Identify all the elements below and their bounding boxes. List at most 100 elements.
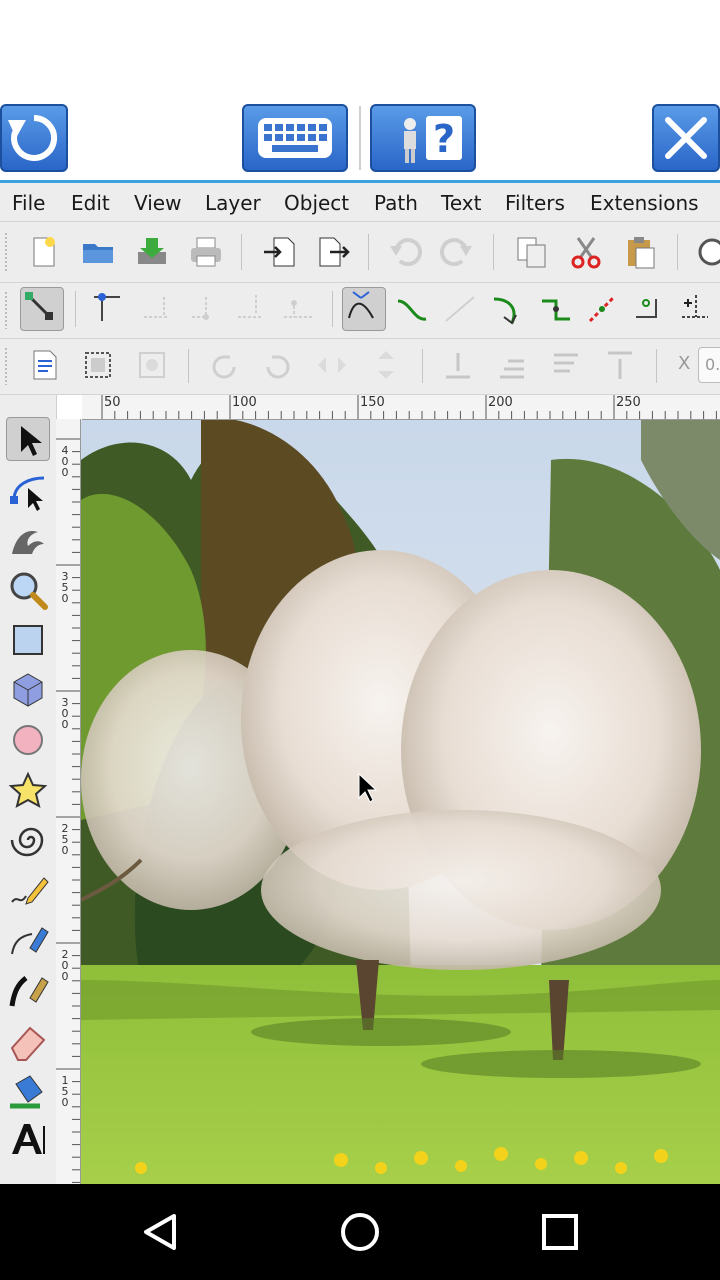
make-symmetric-node-icon[interactable] — [442, 291, 478, 327]
segment-to-curve-icon[interactable] — [584, 291, 620, 327]
make-auto-smooth-icon[interactable] — [490, 291, 526, 327]
open-folder-icon[interactable] — [80, 234, 116, 270]
reconnect-button[interactable] — [0, 104, 68, 172]
vertical-ruler[interactable]: 400 350 300 250 200 150 — [56, 419, 81, 1184]
ruler-label: 150 — [61, 1074, 69, 1109]
menu-layer[interactable]: Layer — [205, 191, 261, 215]
paste-icon[interactable] — [622, 234, 658, 270]
ruler-label: 250 — [616, 395, 641, 410]
drawing-canvas[interactable] — [81, 420, 720, 1184]
spiral-tool-icon[interactable] — [6, 818, 50, 862]
tweak-tool-icon[interactable] — [6, 518, 50, 562]
home-icon[interactable] — [326, 1198, 394, 1266]
zoom-fit-icon[interactable] — [694, 234, 720, 270]
redo-icon[interactable] — [438, 234, 474, 270]
close-button[interactable] — [652, 104, 720, 172]
menu-text[interactable]: Text — [441, 191, 481, 215]
menubar: File Edit View Layer Object Path Text Fi… — [0, 183, 720, 222]
ruler-label: 200 — [488, 395, 513, 410]
make-smooth-node-icon[interactable] — [394, 291, 430, 327]
keyboard-button[interactable] — [242, 104, 348, 172]
toolbar-separator — [241, 234, 242, 270]
new-document-icon[interactable] — [26, 234, 62, 270]
export-icon[interactable] — [314, 234, 350, 270]
lower-icon[interactable] — [494, 347, 530, 383]
toolbar-grip[interactable] — [4, 232, 8, 272]
make-cusp-node-icon[interactable] — [342, 287, 386, 331]
toolbar-separator — [332, 291, 333, 327]
segment-to-line-icon[interactable] — [538, 291, 574, 327]
rotate-ccw-icon[interactable] — [206, 347, 242, 383]
back-icon[interactable] — [126, 1198, 194, 1266]
commands-toolbar — [0, 222, 720, 283]
lower-to-bottom-icon[interactable] — [440, 347, 476, 383]
print-icon[interactable] — [188, 234, 224, 270]
copy-icon[interactable] — [514, 234, 550, 270]
close-icon — [665, 117, 707, 159]
bounding-box-icon[interactable] — [80, 347, 116, 383]
group-selection-icon[interactable] — [134, 347, 170, 383]
bezier-pen-tool-icon[interactable] — [6, 918, 50, 962]
toolbar-separator — [677, 234, 678, 270]
ruler-label: 300 — [61, 696, 69, 731]
toolbar-separator — [656, 349, 657, 383]
node-tool-icon[interactable] — [6, 468, 50, 512]
undo-icon[interactable] — [388, 234, 424, 270]
flip-horizontal-icon[interactable] — [314, 347, 350, 383]
import-icon[interactable] — [262, 234, 298, 270]
horizontal-ruler[interactable]: 50 100 150 200 250 — [82, 395, 720, 420]
recents-icon[interactable] — [526, 1198, 594, 1266]
svg-text:?: ? — [433, 117, 455, 161]
text-tool-icon[interactable] — [6, 1118, 50, 1162]
menu-object[interactable]: Object — [284, 191, 349, 215]
document-properties-icon[interactable] — [28, 347, 64, 383]
3d-box-tool-icon[interactable] — [6, 668, 50, 712]
toolbar-separator — [422, 349, 423, 383]
cut-icon[interactable] — [568, 234, 604, 270]
embedded-photo[interactable] — [81, 420, 720, 1184]
toolbar-separator — [493, 234, 494, 270]
zoom-tool-icon[interactable] — [6, 568, 50, 612]
insert-node-icon[interactable] — [88, 291, 124, 327]
join-segment-icon[interactable] — [280, 291, 316, 327]
raise-icon[interactable] — [548, 347, 584, 383]
toolbar-grip[interactable] — [4, 291, 8, 329]
system-navigation-bar — [0, 1184, 720, 1280]
rectangle-tool-icon[interactable] — [6, 618, 50, 662]
ruler-label: 150 — [360, 395, 385, 410]
toolbox — [0, 395, 57, 1184]
snap-toolbar: X 0. — [0, 339, 720, 395]
delete-node-icon[interactable] — [138, 291, 174, 327]
ellipse-tool-icon[interactable] — [6, 718, 50, 762]
save-icon[interactable] — [134, 234, 170, 270]
star-tool-icon[interactable] — [6, 768, 50, 812]
toolbar-grip[interactable] — [4, 347, 8, 385]
toolbar-separator — [188, 349, 189, 383]
eraser-tool-icon[interactable] — [6, 1018, 50, 1062]
flip-vertical-icon[interactable] — [368, 347, 404, 383]
menu-view[interactable]: View — [134, 191, 181, 215]
menu-extensions[interactable]: Extensions — [590, 191, 699, 215]
rotate-cw-icon[interactable] — [260, 347, 296, 383]
ruler-label: 400 — [61, 444, 69, 479]
toolbar-separator — [359, 106, 361, 170]
join-nodes-icon[interactable] — [186, 291, 222, 327]
calligraphy-tool-icon[interactable] — [6, 968, 50, 1012]
x-coordinate-input[interactable]: 0. — [698, 347, 720, 383]
menu-filters[interactable]: Filters — [505, 191, 565, 215]
refresh-icon — [8, 114, 58, 161]
stroke-to-path-icon[interactable] — [676, 291, 712, 327]
paint-bucket-tool-icon[interactable] — [6, 1068, 50, 1112]
menu-edit[interactable]: Edit — [71, 191, 110, 215]
pencil-tool-icon[interactable] — [6, 868, 50, 912]
ruler-label: 250 — [61, 822, 69, 857]
object-to-path-icon[interactable] — [630, 291, 666, 327]
show-transform-handles-icon[interactable] — [20, 287, 64, 331]
help-button[interactable]: ? — [370, 104, 476, 172]
menu-path[interactable]: Path — [374, 191, 418, 215]
raise-to-top-icon[interactable] — [602, 347, 638, 383]
selector-tool-icon[interactable] — [6, 417, 50, 461]
menu-file[interactable]: File — [12, 191, 45, 215]
break-path-icon[interactable] — [234, 291, 270, 327]
ruler-label: 350 — [61, 570, 69, 605]
